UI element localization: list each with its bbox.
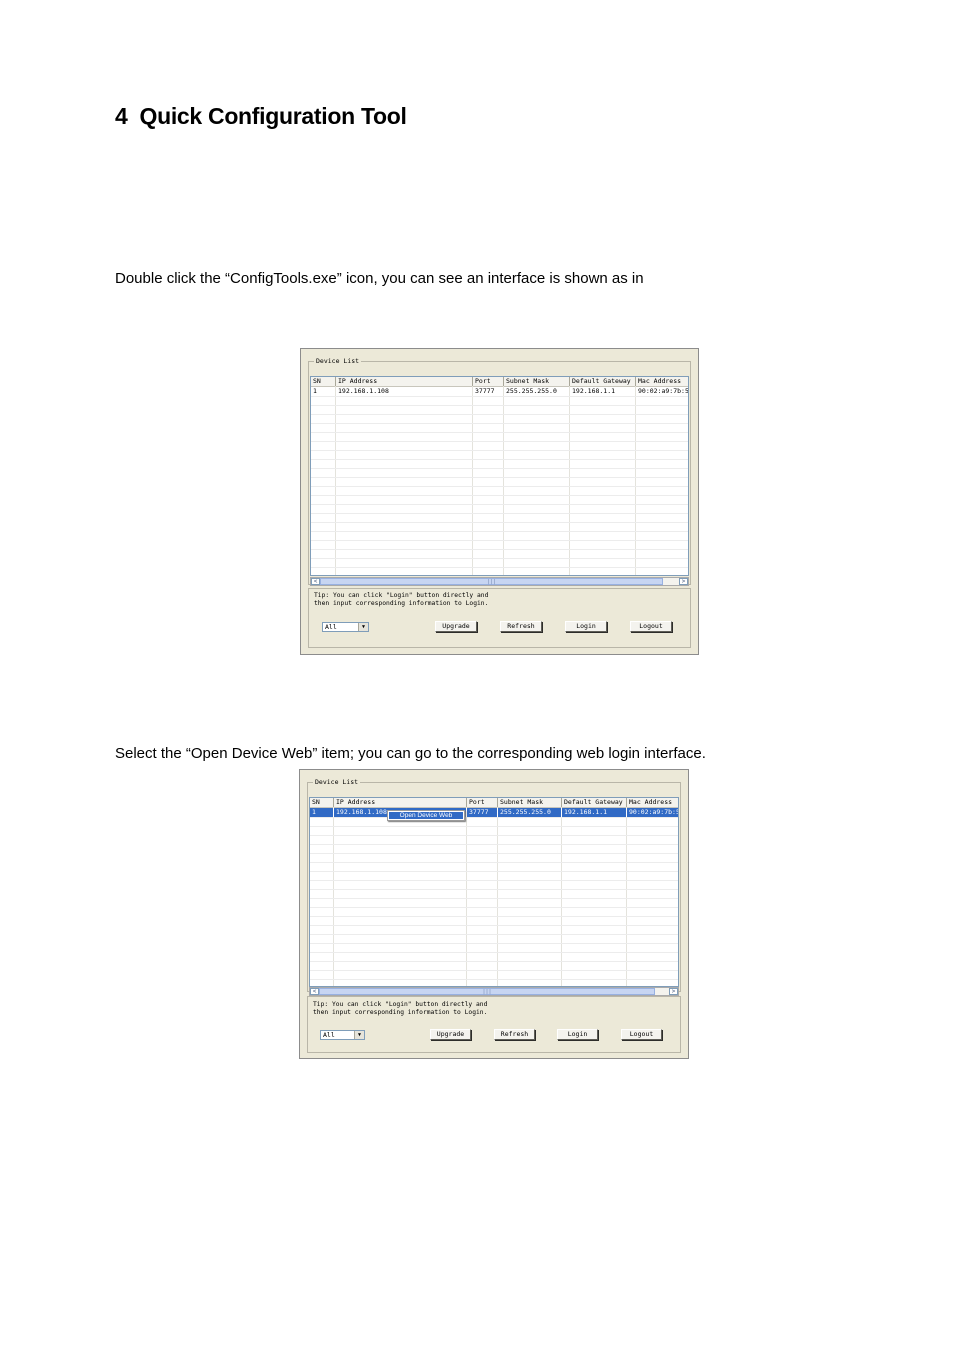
scroll-thumb[interactable]: ||| <box>319 988 655 995</box>
upgrade-button[interactable]: Upgrade <box>430 1029 471 1040</box>
refresh-button[interactable]: Refresh <box>500 621 542 632</box>
table-header: SN IP Address Port Subnet Mask Default G… <box>311 377 688 387</box>
scroll-right-icon[interactable]: > <box>679 578 688 585</box>
table-header: SN IP Address Port Subnet Mask Default G… <box>310 798 678 808</box>
chevron-down-icon[interactable]: ▼ <box>354 1031 364 1039</box>
logout-button[interactable]: Logout <box>630 621 672 632</box>
device-list-legend: Device List <box>313 778 361 786</box>
col-port[interactable]: Port <box>467 798 498 807</box>
login-button[interactable]: Login <box>557 1029 598 1040</box>
tip-text: Tip: You can click "Login" button direct… <box>313 1001 488 1016</box>
config-tool-screenshot-1: Device List SN IP Address Port Subnet Ma… <box>300 348 699 655</box>
refresh-button[interactable]: Refresh <box>494 1029 535 1040</box>
col-ip-address[interactable]: IP Address <box>336 377 473 386</box>
device-list-legend: Device List <box>314 357 362 365</box>
col-subnet-mask[interactable]: Subnet Mask <box>504 377 570 386</box>
scroll-left-icon[interactable]: < <box>311 578 320 585</box>
col-default-gateway[interactable]: Default Gateway <box>562 798 627 807</box>
col-sn[interactable]: SN <box>311 377 336 386</box>
col-mac-address[interactable]: Mac Address <box>627 798 678 807</box>
horizontal-scrollbar[interactable]: < ||| > <box>310 577 689 586</box>
device-table[interactable]: SN IP Address Port Subnet Mask Default G… <box>310 376 689 576</box>
logout-button[interactable]: Logout <box>621 1029 662 1040</box>
scroll-right-icon[interactable]: > <box>669 988 678 995</box>
chevron-down-icon[interactable]: ▼ <box>358 623 368 631</box>
device-table[interactable]: SN IP Address Port Subnet Mask Default G… <box>309 797 679 987</box>
select-paragraph: Select the “Open Device Web” item; you c… <box>115 745 706 762</box>
section-number: 4 <box>115 103 128 129</box>
col-mac-address[interactable]: Mac Address <box>636 377 688 386</box>
filter-select[interactable]: All ▼ <box>322 622 369 632</box>
col-ip-address[interactable]: IP Address <box>334 798 467 807</box>
table-row-selected[interactable]: 1 192.168.1.108 37777 255.255.255.0 192.… <box>310 808 678 817</box>
tip-text: Tip: You can click "Login" button direct… <box>314 592 489 607</box>
open-device-web-menu-item[interactable]: Open Device Web <box>389 812 463 819</box>
login-button[interactable]: Login <box>565 621 607 632</box>
col-sn[interactable]: SN <box>310 798 334 807</box>
scroll-left-icon[interactable]: < <box>310 988 319 995</box>
horizontal-scrollbar[interactable]: < ||| > <box>309 987 679 996</box>
context-menu: Open Device Web <box>387 810 465 821</box>
section-heading: 4 Quick Configuration Tool <box>115 103 407 130</box>
config-tool-screenshot-2: Device List SN IP Address Port Subnet Ma… <box>299 769 689 1059</box>
intro-paragraph: Double click the “ConfigTools.exe” icon,… <box>115 270 644 287</box>
filter-select[interactable]: All ▼ <box>320 1030 365 1040</box>
table-row[interactable]: 1 192.168.1.108 37777 255.255.255.0 192.… <box>311 387 688 396</box>
col-port[interactable]: Port <box>473 377 504 386</box>
col-default-gateway[interactable]: Default Gateway <box>570 377 636 386</box>
upgrade-button[interactable]: Upgrade <box>435 621 477 632</box>
section-title: Quick Configuration Tool <box>139 103 407 129</box>
scroll-thumb[interactable]: ||| <box>320 578 663 585</box>
col-subnet-mask[interactable]: Subnet Mask <box>498 798 562 807</box>
